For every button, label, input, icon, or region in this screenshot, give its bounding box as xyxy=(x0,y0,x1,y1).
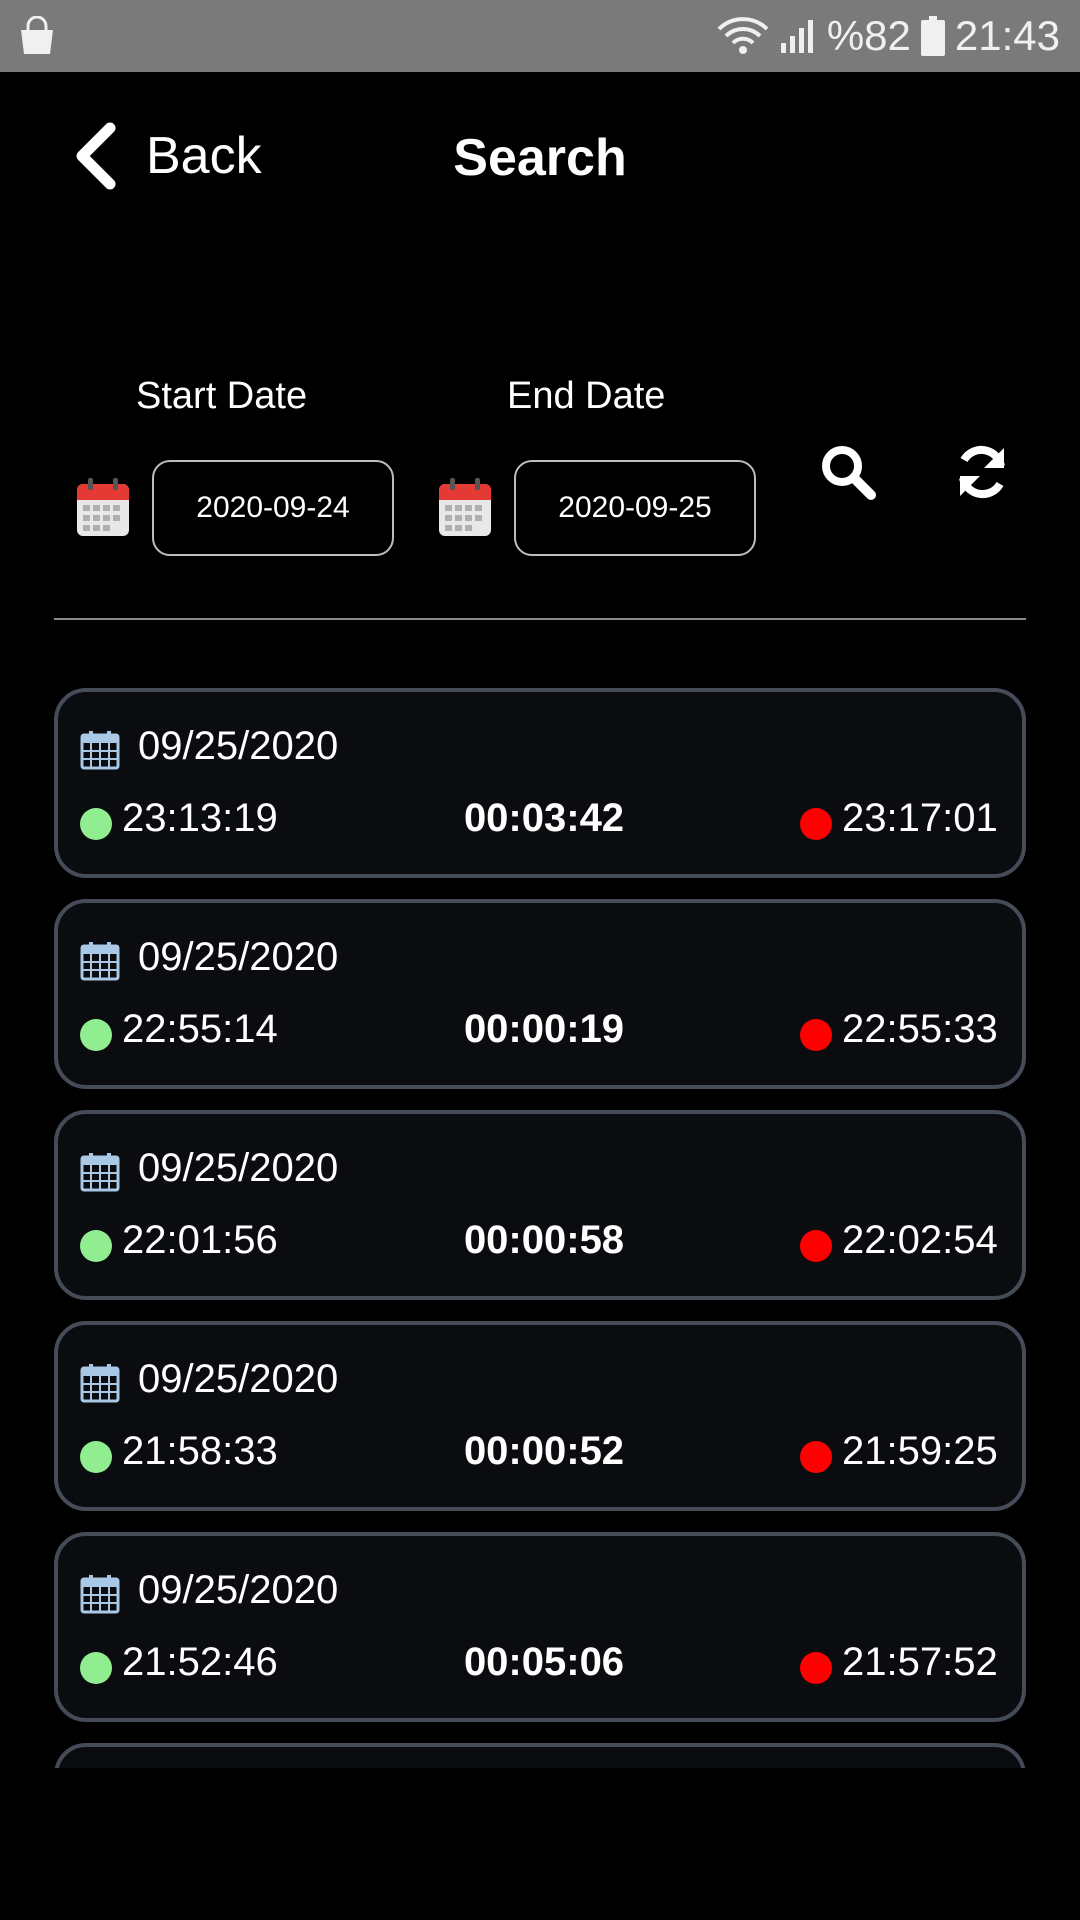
clock: 21:43 xyxy=(954,12,1060,59)
record-end-time: 22:55:33 xyxy=(842,1007,998,1051)
header: Back Search xyxy=(0,72,1080,247)
calendar-icon xyxy=(80,731,120,770)
battery-icon xyxy=(920,16,945,56)
record-date: 09/25/2020 xyxy=(138,1357,339,1401)
date-filter: Start Date End Date 2020-09-24 2020-09-2… xyxy=(0,360,1080,590)
record-date: 09/25/2020 xyxy=(138,1146,339,1190)
record-date: 09/25/2020 xyxy=(138,1568,339,1612)
end-status-dot xyxy=(800,1230,832,1262)
record-end-time: 21:57:52 xyxy=(842,1640,998,1684)
record-card[interactable]: 09/25/2020 22:55:14 00:00:19 22:55:33 xyxy=(54,899,1026,1089)
end-status-dot xyxy=(800,1652,832,1684)
calendar-icon[interactable] xyxy=(438,478,492,538)
record-card-partial[interactable] xyxy=(54,1743,1026,1768)
shopping-bag-icon xyxy=(21,16,53,54)
calendar-icon xyxy=(80,1364,120,1403)
end-status-dot xyxy=(800,1441,832,1473)
end-status-dot xyxy=(800,1019,832,1051)
battery-percent: %82 xyxy=(826,12,911,59)
record-date: 09/25/2020 xyxy=(138,935,339,979)
records-list[interactable]: 09/25/2020 23:13:19 00:03:42 23:17:01 09… xyxy=(54,688,1026,1768)
record-end-time: 22:02:54 xyxy=(842,1218,998,1262)
calendar-icon xyxy=(80,1575,120,1614)
calendar-icon xyxy=(80,1153,120,1192)
wifi-icon xyxy=(717,17,769,54)
status-indicators: %82 21:43 xyxy=(717,0,1060,72)
search-icon[interactable] xyxy=(818,442,878,502)
record-date: 09/25/2020 xyxy=(138,724,339,768)
start-date-input[interactable]: 2020-09-24 xyxy=(152,460,394,556)
page-title: Search xyxy=(453,129,627,187)
end-date-input[interactable]: 2020-09-25 xyxy=(514,460,756,556)
calendar-icon[interactable] xyxy=(76,478,130,538)
signal-icon xyxy=(780,20,813,53)
record-card[interactable]: 09/25/2020 21:52:46 00:05:06 21:57:52 xyxy=(54,1532,1026,1722)
start-date-label: Start Date xyxy=(136,375,308,417)
status-bar: %82 21:43 xyxy=(0,0,1080,72)
record-end-time: 23:17:01 xyxy=(842,796,998,840)
record-card[interactable]: 09/25/2020 22:01:56 00:00:58 22:02:54 xyxy=(54,1110,1026,1300)
refresh-icon[interactable] xyxy=(952,442,1012,502)
record-end-time: 21:59:25 xyxy=(842,1429,998,1473)
record-card[interactable]: 09/25/2020 21:58:33 00:00:52 21:59:25 xyxy=(54,1321,1026,1511)
record-card[interactable]: 09/25/2020 23:13:19 00:03:42 23:17:01 xyxy=(54,688,1026,878)
end-status-dot xyxy=(800,808,832,840)
divider xyxy=(54,618,1026,620)
calendar-icon xyxy=(80,942,120,981)
end-date-label: End Date xyxy=(507,375,666,417)
